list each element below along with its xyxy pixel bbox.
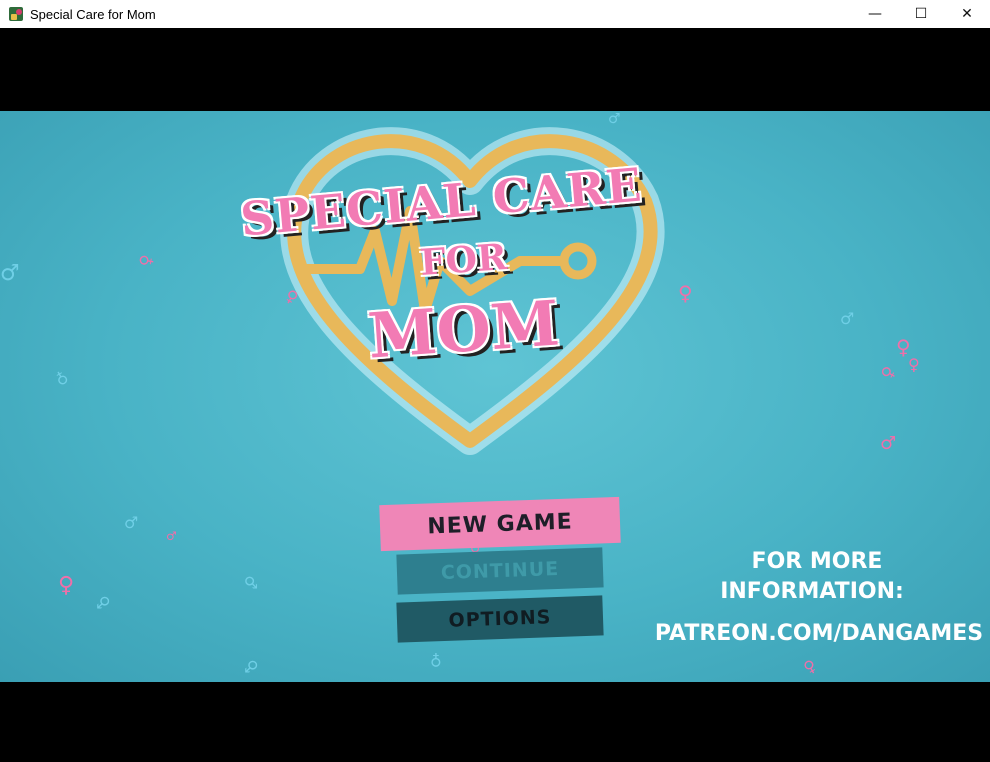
continue-button[interactable]: CONTINUE [396,547,604,595]
info-text-line2: INFORMATION: [720,579,904,604]
logo-title-line2: FOR [418,236,509,284]
maximize-button[interactable]: ☐ [898,0,944,28]
info-text-line1: FOR MORE [751,549,883,574]
title-screen: ♀ ♂ ♀ ♀ ♀ ♂ ♀ ♀ ♀ ♂ ♂ ♂ ♀ ♂ ♂ ♂ ♀ ♀ ♂ ♀ … [0,111,990,682]
app-icon [9,7,23,21]
window-titlebar: Special Care for Mom — ☐ ✕ [0,0,990,28]
window-title: Special Care for Mom [30,6,156,22]
letterbox-bottom [0,682,990,762]
logo-title-line3: MOM [365,286,562,373]
patreon-link[interactable]: PATREON.COM/DANGAMES [652,621,986,646]
options-button[interactable]: OPTIONS [396,595,604,643]
letterbox-top [0,28,990,111]
minimize-button[interactable]: — [852,0,898,28]
close-button[interactable]: ✕ [944,0,990,28]
new-game-button[interactable]: NEW GAME [379,496,621,552]
